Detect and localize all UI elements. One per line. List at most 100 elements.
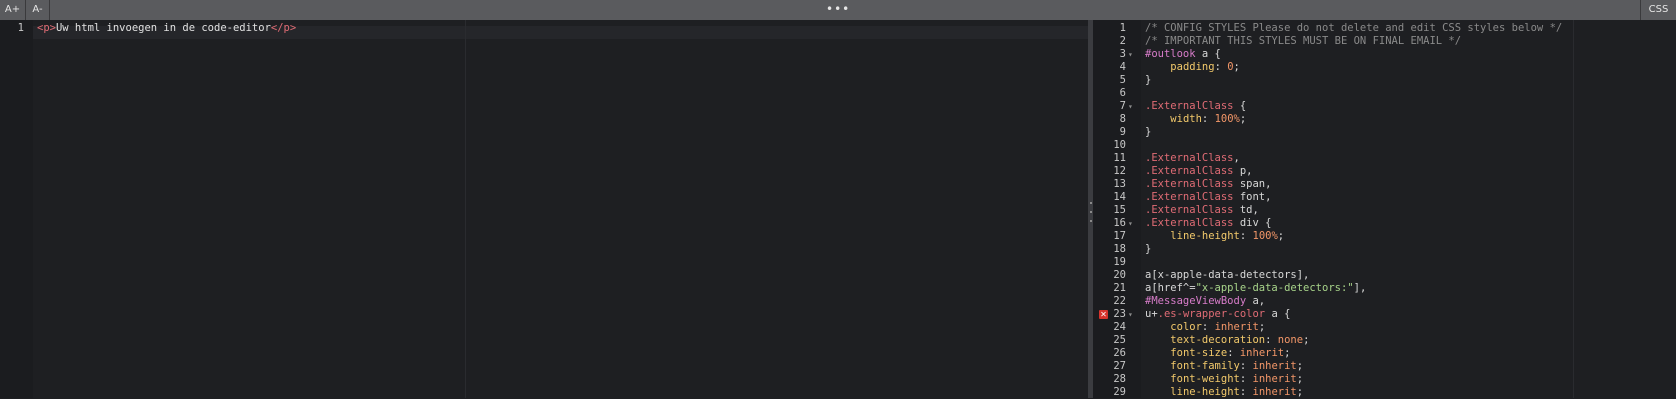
css-tab[interactable]: CSS (1640, 0, 1676, 20)
code-line: text-decoration: none; (1141, 334, 1676, 347)
code-line: color: inherit; (1141, 321, 1676, 334)
line-number: 24 (1113, 321, 1126, 333)
code-line: .ExternalClass p, (1141, 165, 1676, 178)
code-token-plain: div { (1233, 217, 1272, 229)
code-token-punct: ; (1258, 321, 1266, 333)
code-token-class: .ExternalClass (1145, 204, 1234, 216)
line-number: 11 (1113, 152, 1126, 164)
fold-arrow-icon[interactable]: ▾ (1128, 308, 1133, 321)
code-token-val: inherit (1214, 321, 1259, 333)
fold-arrow-icon[interactable]: ▾ (1128, 100, 1133, 113)
code-line: #MessageViewBody a, (1141, 295, 1676, 308)
code-line: font-size: inherit; (1141, 347, 1676, 360)
code-line: } (1141, 74, 1676, 87)
code-line: .ExternalClass font, (1141, 191, 1676, 204)
line-number: 16 (1113, 217, 1126, 229)
line-number: 14 (1113, 191, 1126, 203)
code-token-plain: span, (1233, 178, 1272, 190)
code-token-num: 100% (1252, 230, 1278, 242)
code-token-prop: color (1170, 321, 1202, 333)
line-number: 7 (1119, 100, 1126, 112)
more-options-icon[interactable]: ••• (826, 0, 850, 20)
line-number: 19 (1113, 256, 1126, 268)
code-line: padding: 0; (1141, 61, 1676, 74)
line-number: 10 (1113, 139, 1126, 151)
line-number: 29 (1113, 386, 1126, 398)
code-token-plain: a[href^= (1145, 282, 1196, 294)
code-token-prop: width (1170, 113, 1202, 125)
code-token-plain: ], (1353, 282, 1367, 294)
code-token-class: .ExternalClass (1145, 165, 1234, 177)
code-token-prop: text-decoration (1170, 334, 1266, 346)
line-number: 17 (1113, 230, 1126, 242)
code-token-punct: : (1239, 386, 1253, 398)
code-token-plain: p, (1233, 165, 1253, 177)
line-number: 1 (1119, 22, 1126, 34)
css-editor[interactable]: 1 2 3 ▾ 4 5 6 7 ▾ 8 9 10 11 12 13 14 15 16 ▾ 17 18 19 20 21 22 23… (1093, 20, 1676, 398)
code-token-prop: padding (1170, 61, 1215, 73)
code-token-punct: ; (1233, 61, 1240, 73)
code-token-plain: a[x-apple-data-detectors], (1145, 269, 1310, 281)
code-line: <p>Uw html invoegen in de code-editor</p… (33, 22, 1088, 35)
code-line: .ExternalClass div { (1141, 217, 1676, 230)
code-token-punct: ; (1296, 386, 1304, 398)
code-line: font-family: inherit; (1141, 360, 1676, 373)
code-token-plain: { (1233, 100, 1247, 112)
code-token-text: Uw html invoegen in de code-editor (55, 22, 271, 34)
line-number: 18 (1113, 243, 1126, 255)
code-token-plain: a { (1265, 308, 1291, 320)
code-token-str: "x-apple-data-detectors:" (1195, 282, 1354, 294)
code-token-plain: a, (1246, 295, 1266, 307)
line-number: 13 (1113, 178, 1126, 190)
code-token-punct: ; (1303, 334, 1310, 346)
code-line: .ExternalClass, (1141, 152, 1676, 165)
css-editor-code-area[interactable]: /* CONFIG STYLES Please do not delete an… (1141, 20, 1676, 398)
code-token-punct: ; (1239, 113, 1247, 125)
code-token-punct: ; (1277, 230, 1285, 242)
code-token-val: inherit (1252, 360, 1297, 372)
code-line: } (1141, 126, 1676, 139)
code-token-prop: font-weight (1170, 373, 1240, 385)
print-margin-line (465, 20, 466, 398)
fold-arrow-icon[interactable]: ▾ (1128, 217, 1133, 230)
code-token-class: .ExternalClass (1145, 152, 1234, 164)
code-line: u+.es-wrapper-color a { (1141, 308, 1676, 321)
code-line: a[href^="x-apple-data-detectors:"], (1141, 282, 1676, 295)
code-token-plain: u+ (1145, 308, 1158, 320)
splitter-grip-icon (1089, 202, 1092, 222)
code-token-val: inherit (1252, 373, 1297, 385)
code-line: font-weight: inherit; (1141, 373, 1676, 386)
html-editor[interactable]: 1 <p>Uw html invoegen in de code-editor<… (0, 20, 1088, 398)
error-x-icon[interactable]: ✕ (1099, 310, 1108, 319)
code-token-class: .ExternalClass (1145, 217, 1234, 229)
code-token-punct: ; (1284, 347, 1291, 359)
line-number: 15 (1113, 204, 1126, 216)
code-line: /* CONFIG STYLES Please do not delete an… (1141, 22, 1676, 35)
line-number: 3 (1119, 48, 1126, 60)
code-token-val: inherit (1252, 386, 1297, 398)
fold-arrow-icon[interactable]: ▾ (1128, 48, 1133, 61)
code-token-punct: } (1145, 243, 1152, 255)
css-editor-gutter: 1 2 3 ▾ 4 5 6 7 ▾ 8 9 10 11 12 13 14 15 16 ▾ 17 18 19 20 21 22 23… (1093, 20, 1141, 398)
code-line: .ExternalClass td, (1141, 204, 1676, 217)
code-token-class: .ExternalClass (1145, 191, 1234, 203)
code-token-prop: font-family (1170, 360, 1240, 372)
line-number: 20 (1113, 269, 1126, 281)
decrease-font-button[interactable]: A- (26, 0, 50, 20)
increase-font-button[interactable]: A+ (0, 0, 26, 20)
code-line: .ExternalClass { (1141, 100, 1676, 113)
code-token-val: inherit (1239, 347, 1285, 359)
html-editor-code-area[interactable]: <p>Uw html invoegen in de code-editor</p… (33, 20, 1088, 398)
code-line: a[x-apple-data-detectors], (1141, 269, 1676, 282)
line-number: 12 (1113, 165, 1126, 177)
code-line: /* IMPORTANT THIS STYLES MUST BE ON FINA… (1141, 35, 1676, 48)
code-line: .ExternalClass span, (1141, 178, 1676, 191)
code-token-tag: <p> (37, 22, 56, 34)
code-token-punct: : (1214, 61, 1228, 73)
